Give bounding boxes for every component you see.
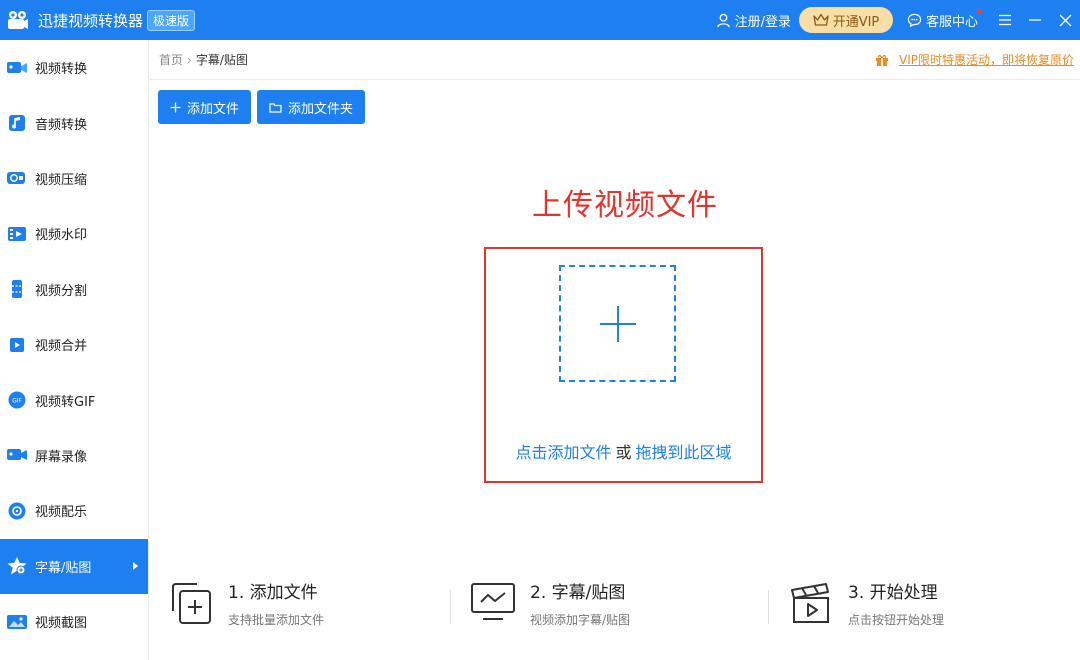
large-plus-icon <box>599 305 636 342</box>
sidebar-item-label: 视频分割 <box>35 283 88 299</box>
app-logo-icon <box>6 8 30 32</box>
video-watermark-icon <box>6 223 28 245</box>
upload-hint: 点击添加文件或拖拽到此区域 <box>486 439 761 463</box>
upload-add-area[interactable] <box>559 265 676 382</box>
sidebar-item-label: 视频转换 <box>35 62 88 78</box>
svg-text:GIF: GIF <box>12 398 22 405</box>
click-add-file-link[interactable]: 点击添加文件 <box>515 443 611 462</box>
step-title: 1. 添加文件 <box>228 583 318 603</box>
video-to-gif-icon: GIF <box>6 389 28 411</box>
login-button[interactable]: 注册/登录 <box>716 11 791 30</box>
main-content: 首页 › 字幕/贴图 VIP限时特惠活动，即将恢复原价 添加文件 添加文件夹 上… <box>150 40 1080 660</box>
step-desc: 视频添加字幕/贴图 <box>530 613 631 627</box>
crown-icon <box>813 13 829 26</box>
close-button[interactable] <box>1050 0 1080 40</box>
screen-record-icon <box>6 444 28 466</box>
sidebar-item-video-compress[interactable]: 视频压缩 <box>0 151 148 206</box>
sidebar-item-video-screenshot[interactable]: 视频截图 <box>0 594 148 649</box>
plus-icon <box>170 102 181 112</box>
sidebar-item-video-watermark[interactable]: 视频水印 <box>0 206 148 261</box>
upload-hint-or: 或 <box>615 443 632 462</box>
upload-title: 上传视频文件 <box>532 188 718 223</box>
steps-guide: 1. 添加文件 支持批量添加文件 2. 字幕/贴图 视频添加字幕/贴图 3. 开… <box>150 578 1080 638</box>
sidebar-item-label: 音频转换 <box>35 117 88 133</box>
sidebar-item-label: 视频配乐 <box>35 505 88 521</box>
video-compress-icon <box>6 167 28 189</box>
login-label: 注册/登录 <box>734 14 791 30</box>
vip-promo-link[interactable]: VIP限时特惠活动，即将恢复原价 <box>875 51 1074 68</box>
add-folder-label: 添加文件夹 <box>288 101 354 117</box>
user-icon <box>716 13 730 27</box>
hamburger-menu-icon <box>999 14 1011 26</box>
drag-here-text: 拖拽到此区域 <box>635 443 732 462</box>
add-folder-button[interactable]: 添加文件夹 <box>257 90 366 124</box>
sidebar: 视频转换 音频转换 视频压缩 视频水印 视频分割 视频合并 GIF 视频转GIF… <box>0 40 149 660</box>
upload-drop-zone[interactable]: 点击添加文件或拖拽到此区域 <box>484 247 763 483</box>
sidebar-item-video-split[interactable]: 视频分割 <box>0 262 148 317</box>
monitor-chart-icon <box>468 578 518 628</box>
add-file-label: 添加文件 <box>187 101 240 117</box>
menu-button[interactable] <box>990 0 1020 40</box>
sidebar-item-label: 视频水印 <box>35 228 88 244</box>
sidebar-item-video-convert[interactable]: 视频转换 <box>0 40 148 95</box>
sidebar-item-video-merge[interactable]: 视频合并 <box>0 317 148 372</box>
sidebar-item-label: 视频压缩 <box>35 172 88 188</box>
add-file-button[interactable]: 添加文件 <box>158 90 252 124</box>
video-merge-icon <box>6 334 28 356</box>
video-music-icon <box>6 500 28 522</box>
step-desc: 支持批量添加文件 <box>228 613 325 627</box>
sidebar-item-label: 屏幕录像 <box>35 449 88 465</box>
clapperboard-icon <box>786 578 836 628</box>
close-icon <box>1059 14 1071 26</box>
video-screenshot-icon <box>6 611 28 633</box>
minimize-button[interactable] <box>1020 0 1050 40</box>
open-vip-button[interactable]: 开通VIP <box>798 7 893 33</box>
breadcrumb-separator: › <box>187 52 192 67</box>
toolbar: 添加文件 添加文件夹 <box>158 90 371 124</box>
sidebar-item-label: 字幕/贴图 <box>35 560 92 576</box>
vip-label: 开通VIP <box>832 14 880 30</box>
step-desc: 点击按钮开始处理 <box>848 613 945 627</box>
active-arrow-icon <box>133 562 138 571</box>
chat-bubble-icon <box>907 13 922 27</box>
subtitle-sticker-icon <box>6 555 28 577</box>
sidebar-item-screen-record[interactable]: 屏幕录像 <box>0 428 148 483</box>
sidebar-item-video-music[interactable]: 视频配乐 <box>0 483 148 538</box>
title-bar: 迅捷视频转换器 极速版 注册/登录 开通VIP 客服中心 <box>0 0 1080 40</box>
customer-service-button[interactable]: 客服中心 <box>907 8 982 30</box>
audio-convert-icon <box>6 112 28 134</box>
step-divider <box>450 590 451 624</box>
gift-icon <box>876 54 888 66</box>
app-title: 迅捷视频转换器 <box>38 11 144 30</box>
step-title: 3. 开始处理 <box>848 583 938 603</box>
video-split-icon <box>6 278 28 300</box>
step-start-process: 3. 开始处理 点击按钮开始处理 <box>786 578 944 628</box>
sidebar-item-subtitle-sticker[interactable]: 字幕/贴图 <box>0 538 148 594</box>
breadcrumb: 首页 › 字幕/贴图 VIP限时特惠活动，即将恢复原价 <box>150 40 1080 80</box>
copy-add-icon <box>166 578 216 628</box>
step-divider <box>768 590 769 624</box>
step-title: 2. 字幕/贴图 <box>530 583 626 603</box>
sidebar-item-audio-convert[interactable]: 音频转换 <box>0 95 148 150</box>
step-subtitle-sticker: 2. 字幕/贴图 视频添加字幕/贴图 <box>468 578 630 628</box>
minimize-icon <box>1029 19 1041 21</box>
edition-badge: 极速版 <box>147 9 196 31</box>
folder-icon <box>269 102 282 113</box>
service-label: 客服中心 <box>925 14 978 30</box>
breadcrumb-home[interactable]: 首页 <box>159 51 183 68</box>
breadcrumb-current: 字幕/贴图 <box>195 53 248 67</box>
video-convert-icon <box>6 57 28 79</box>
sidebar-item-label: 视频截图 <box>35 616 88 632</box>
step-add-file: 1. 添加文件 支持批量添加文件 <box>166 578 324 628</box>
sidebar-item-label: 视频合并 <box>35 339 88 355</box>
sidebar-item-label: 视频转GIF <box>35 394 96 410</box>
sidebar-item-video-to-gif[interactable]: GIF 视频转GIF <box>0 372 148 427</box>
vip-promo-text: VIP限时特惠活动，即将恢复原价 <box>899 53 1074 67</box>
notification-dot <box>977 8 982 14</box>
